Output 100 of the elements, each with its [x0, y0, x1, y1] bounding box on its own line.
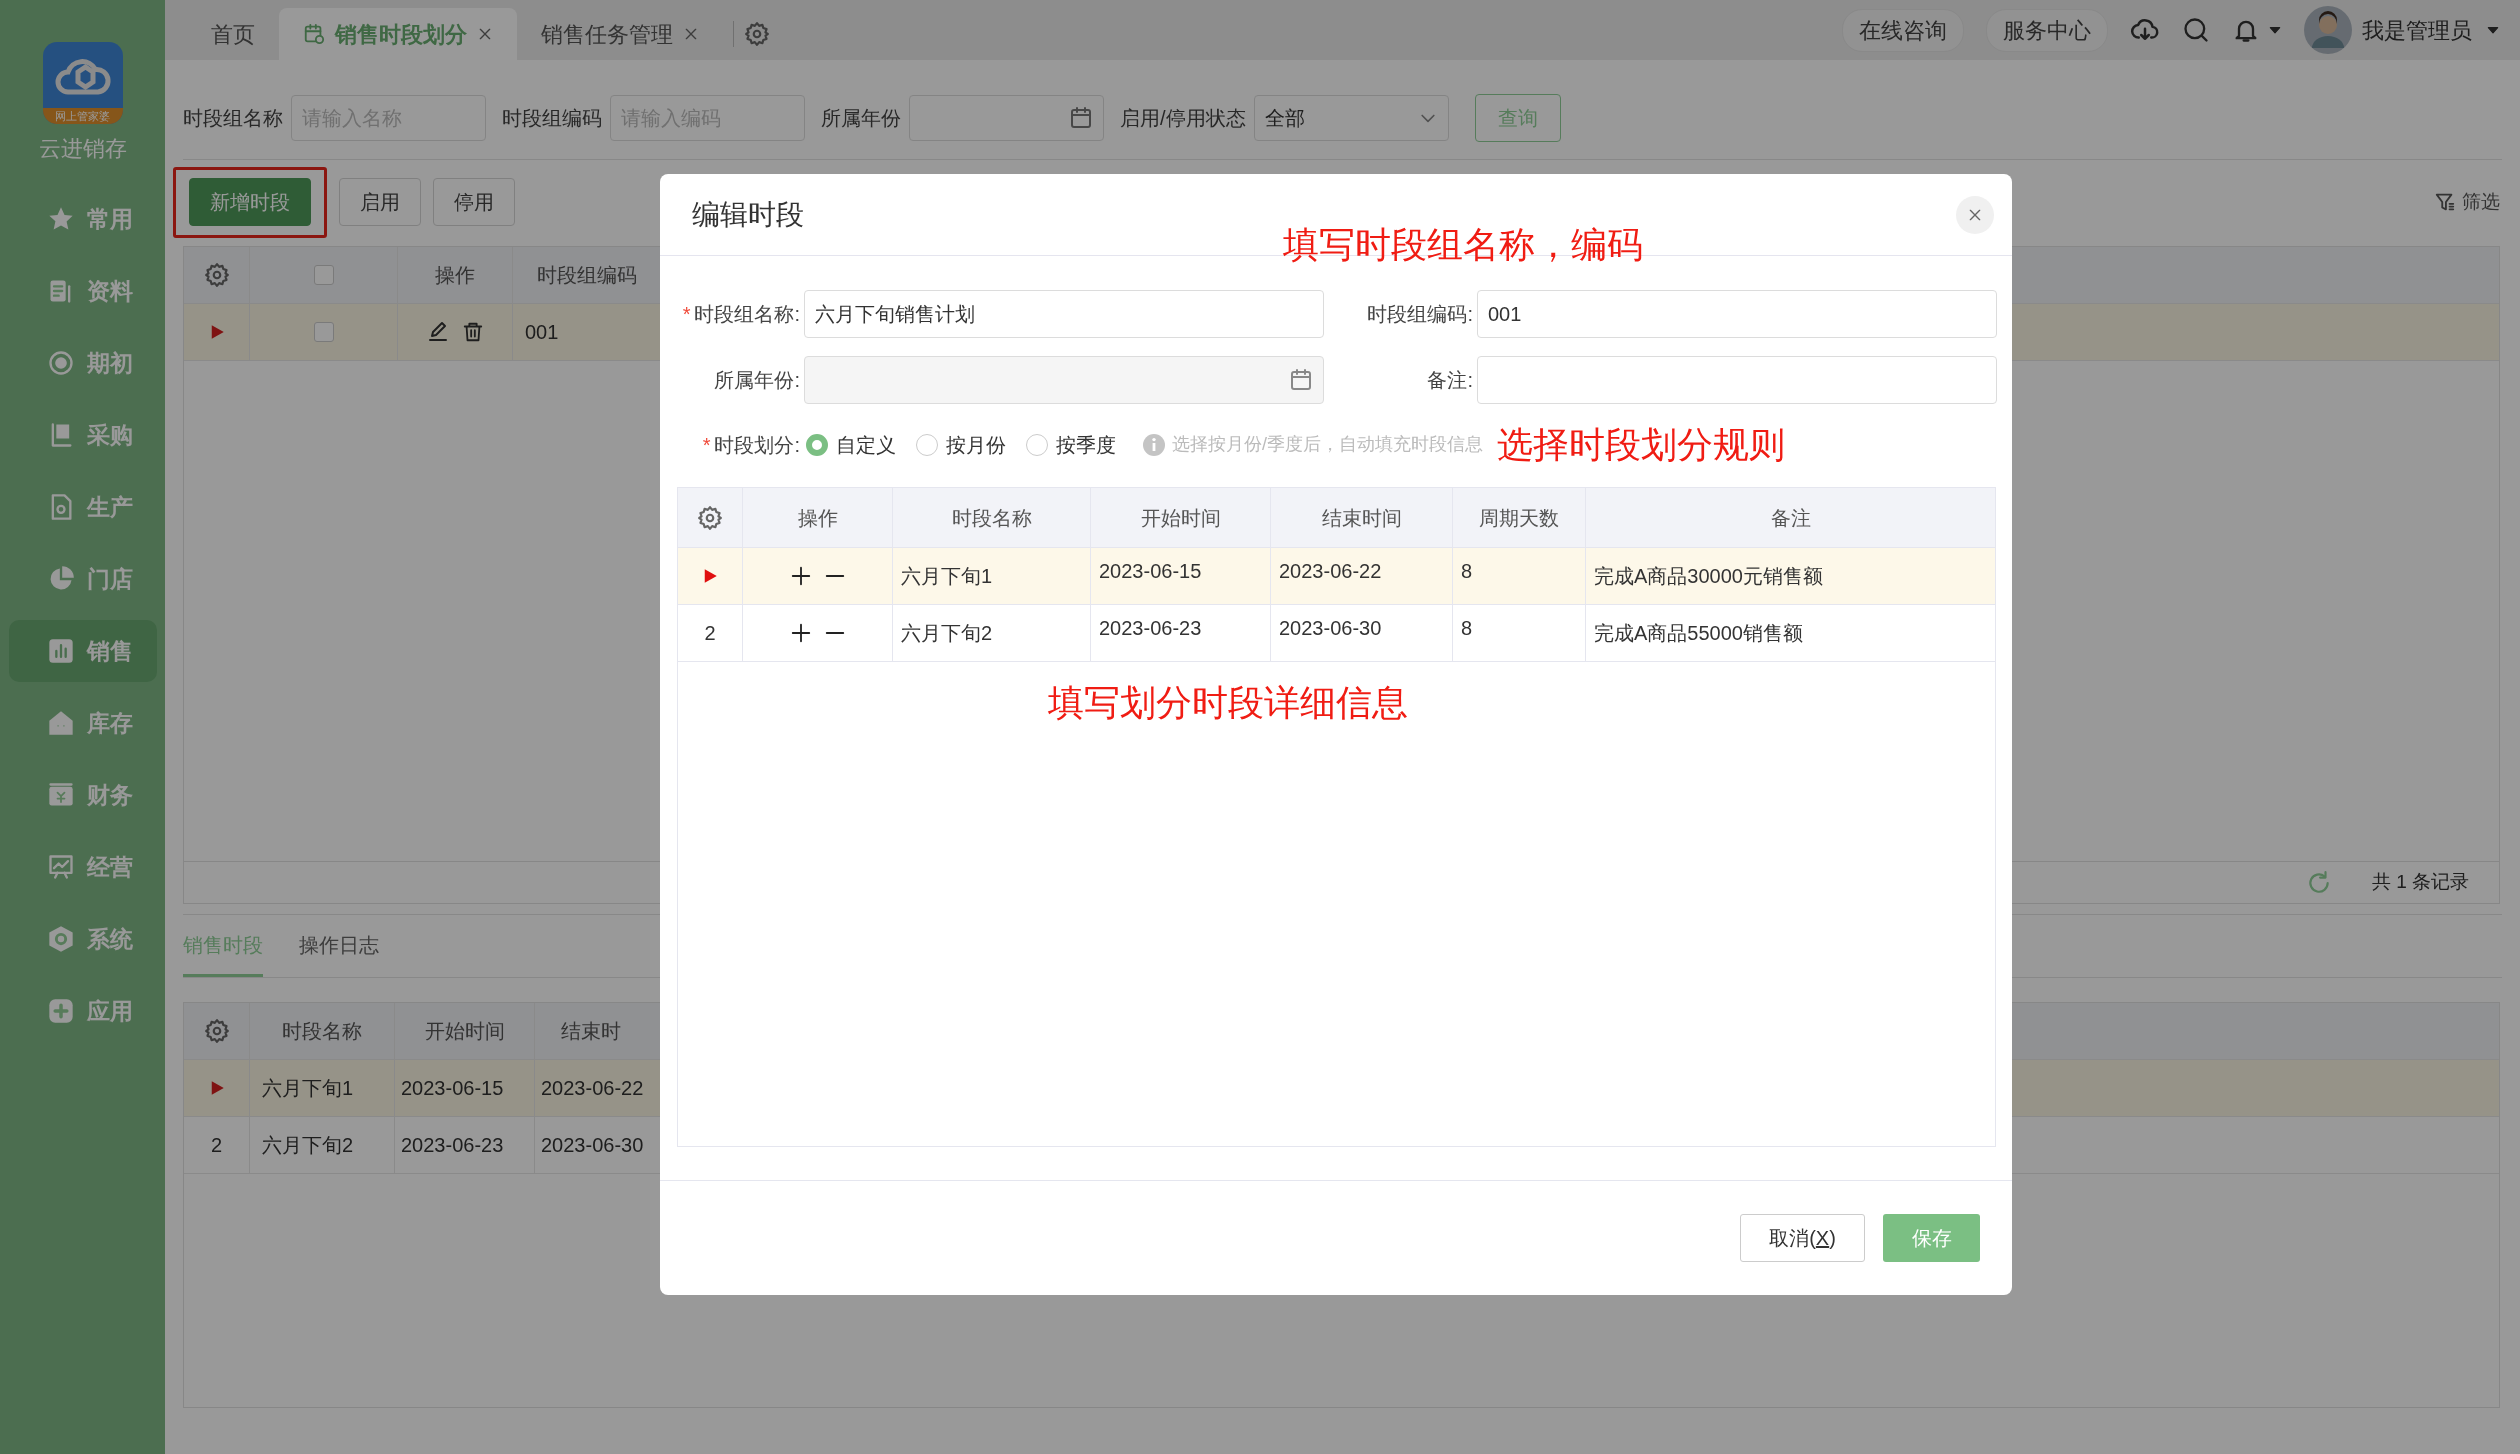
plus-icon	[46, 997, 75, 1025]
table-cell-text: 2023-06-15	[401, 1076, 504, 1101]
app-name: 云进销存	[38, 135, 127, 163]
table-cell-text: 六月下旬2	[262, 1133, 354, 1158]
sidebar-item[interactable]: 生产	[8, 476, 157, 538]
radio-option[interactable]: 按月份	[916, 429, 1006, 460]
settings-icon[interactable]	[203, 1018, 230, 1044]
table-cell-text: 2023-06-15	[1099, 559, 1202, 585]
column-header: 时段名称	[250, 1003, 395, 1059]
table-cell-text: 2023-06-23	[1099, 616, 1202, 642]
required-mark: *	[682, 303, 691, 325]
table-cell-text: 2023-06-22	[1279, 559, 1382, 585]
required-mark: *	[702, 433, 711, 456]
table-cell-text: 六月下旬2	[901, 621, 993, 647]
tab[interactable]: 销售任务管理	[517, 8, 723, 60]
filter-button[interactable]: 筛选	[2434, 187, 2500, 217]
radio-button[interactable]	[916, 433, 938, 456]
dialog-title: 编辑时段	[692, 197, 804, 232]
annotation: 填写划分时段详细信息	[1048, 682, 1408, 724]
radio-option[interactable]: 按季度	[1026, 429, 1116, 460]
table-cell-text: 六月下旬1	[262, 1076, 354, 1101]
save-button[interactable]: 保存	[1883, 1214, 1980, 1262]
column-header: 开始时间	[1091, 488, 1271, 548]
sidebar-item[interactable]: 期初	[8, 332, 157, 394]
table-row[interactable]: 六月下旬1 2023-06-15 2023-06-22 8 完成A商品30000元销售额	[678, 548, 1995, 606]
table-cell-text: 六月下旬1	[901, 564, 993, 590]
sidebar-item[interactable]: 系统	[8, 908, 157, 970]
settings-icon[interactable]	[744, 21, 770, 47]
select-value: 全部	[1264, 106, 1305, 131]
avatar[interactable]	[2304, 6, 2352, 54]
toolbar-button[interactable]: 启用	[339, 178, 421, 226]
column-header: 操作	[743, 488, 893, 548]
record-count: 共 1 条记录	[2371, 870, 2469, 895]
radio-button[interactable]	[806, 433, 828, 456]
input-field[interactable]	[1477, 356, 1997, 404]
sidebar-item[interactable]: 资料	[8, 260, 157, 322]
target-icon	[46, 349, 75, 377]
column-header: 结束时	[560, 1019, 622, 1044]
sidebar-item[interactable]: 采购	[8, 404, 157, 466]
sidebar-item[interactable]: 应用	[8, 980, 157, 1042]
select-field[interactable]: 全部	[1253, 95, 1449, 141]
header-link[interactable]: 服务中心	[1986, 8, 2108, 52]
filter-label: 所属年份	[821, 106, 901, 131]
table-cell-text: 2023-06-22	[541, 1076, 644, 1101]
settings-icon[interactable]	[697, 504, 723, 531]
radio-button[interactable]	[1026, 433, 1048, 456]
search-icon[interactable]	[2182, 16, 2210, 44]
delete-icon[interactable]	[462, 321, 484, 343]
cancel-button[interactable]: 取消(X)	[1740, 1214, 1865, 1262]
checkbox[interactable]	[313, 322, 334, 342]
annotation: 填写时段组名称，编码	[1283, 224, 1643, 266]
close-icon[interactable]	[477, 26, 493, 42]
wallet-icon	[46, 781, 75, 809]
filter-label: 启用/停用状态	[1120, 106, 1246, 131]
calendar-icon	[303, 23, 325, 45]
field-label: 备注:	[1427, 369, 1473, 391]
sidebar-item[interactable]: 财务	[8, 764, 157, 826]
annotation: 选择时段划分规则	[1497, 424, 1785, 466]
sidebar-item[interactable]: 库存	[8, 692, 157, 754]
hexagon-icon	[46, 925, 75, 953]
tab[interactable]: 销售时段划分	[279, 8, 517, 60]
sidebar-item[interactable]: 经营	[8, 836, 157, 898]
checkbox[interactable]	[313, 265, 334, 285]
row-number: 2	[704, 621, 716, 647]
plus-icon[interactable]	[789, 622, 812, 645]
house-icon	[46, 709, 75, 737]
info-icon	[1142, 432, 1166, 457]
field-label: 所属年份:	[714, 369, 800, 391]
edit-icon[interactable]	[426, 320, 450, 344]
logo-caption: 网上管家婆	[42, 108, 123, 124]
tab[interactable]: 首页	[187, 8, 279, 60]
user-name[interactable]: 我是管理员	[2362, 13, 2472, 47]
row-number: 2	[210, 1133, 223, 1158]
sidebar-item[interactable]: 常用	[8, 188, 157, 250]
chart-board-icon	[46, 853, 75, 881]
date-field[interactable]	[909, 95, 1104, 141]
field-label: 时段组名称:	[694, 303, 800, 325]
close-button[interactable]	[1956, 195, 1994, 234]
tab[interactable]: 操作日志	[299, 930, 379, 977]
header-link[interactable]: 在线咨询	[1842, 8, 1964, 52]
field-label: 时段划分:	[714, 433, 800, 456]
close-icon[interactable]	[683, 26, 699, 42]
input-field[interactable]: 六月下旬销售计划	[804, 290, 1324, 338]
filter-label: 时段组名称	[183, 106, 283, 131]
add-button[interactable]: 新增时段	[189, 177, 311, 226]
toolbar-button[interactable]: 停用	[433, 178, 515, 226]
table-cell-text: 完成A商品55000销售额	[1594, 621, 1803, 647]
bar-chart-icon	[46, 637, 75, 665]
column-header: 时段名称	[893, 488, 1091, 548]
plus-icon[interactable]	[789, 565, 812, 588]
table-row[interactable]: 2 六月下旬2 2023-06-23 2023-06-30 8 完成A商品55000销售额	[678, 605, 1995, 663]
radio-option[interactable]: 自定义	[806, 429, 896, 460]
column-header: 开始时间	[395, 1003, 535, 1059]
table-cell-text: 2023-06-23	[401, 1133, 504, 1158]
input-field[interactable]: 001	[1477, 290, 1997, 338]
column-header: 周期天数	[1453, 488, 1586, 548]
sidebar-item[interactable]: 销售	[8, 620, 157, 682]
settings-icon[interactable]	[203, 262, 230, 288]
sidebar-item[interactable]: 门店	[8, 548, 157, 610]
table-cell-text: 2023-06-30	[1279, 616, 1382, 642]
